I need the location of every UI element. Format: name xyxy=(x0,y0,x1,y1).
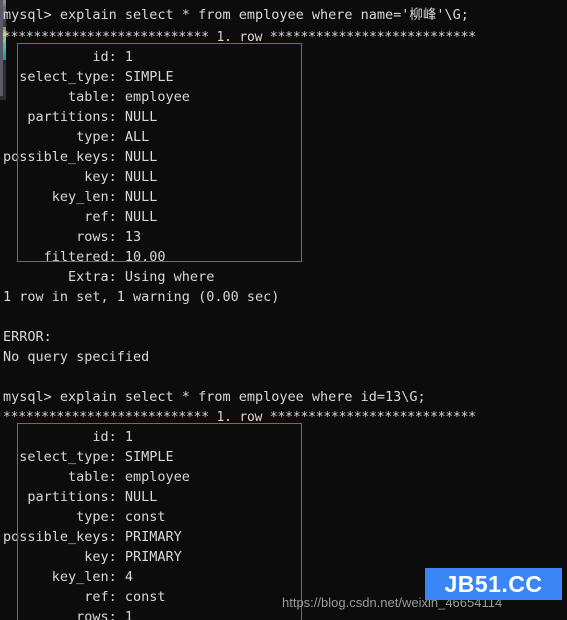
explain2-field-table: table: employee xyxy=(3,469,190,485)
explain-field-possible-keys: possible_keys: NULL xyxy=(3,149,158,165)
result-summary-1: 1 row in set, 1 warning (0.00 sec) xyxy=(3,289,280,305)
explain-field-key-len: key_len: NULL xyxy=(3,189,158,205)
terminal-output: mysql> explain select * from employee wh… xyxy=(0,0,567,620)
error-body-1: No query specified xyxy=(3,349,150,365)
explain-field-partitions: partitions: NULL xyxy=(3,109,158,125)
explain2-field-key-len: key_len: 4 xyxy=(3,569,134,585)
explain-field-key: key: NULL xyxy=(3,169,158,185)
explain2-field-id: id: 1 xyxy=(3,429,134,445)
terminal-window: mysql> explain select * from employee wh… xyxy=(0,0,567,620)
explain2-field-key: key: PRIMARY xyxy=(3,549,182,565)
command-line-2: mysql> explain select * from employee wh… xyxy=(3,389,426,405)
row-separator-2: *************************** 1. row *****… xyxy=(3,410,476,425)
watermark-logo: JB51.CC xyxy=(425,568,562,600)
explain-field-select-type: select_type: SIMPLE xyxy=(3,69,174,85)
explain2-field-rows: rows: 1 xyxy=(3,609,134,620)
explain-field-table: table: employee xyxy=(3,89,190,105)
explain2-field-ref: ref: const xyxy=(3,589,166,605)
watermark-logo-text: JB51.CC xyxy=(444,570,543,597)
explain-field-ref: ref: NULL xyxy=(3,209,158,225)
row-separator-1: *************************** 1. row *****… xyxy=(3,30,476,45)
explain-field-id: id: 1 xyxy=(3,49,134,65)
explain-field-rows: rows: 13 xyxy=(3,229,142,245)
explain-field-type: type: ALL xyxy=(3,129,150,145)
explain-field-filtered: filtered: 10.00 xyxy=(3,249,166,265)
explain2-field-type: type: const xyxy=(3,509,166,525)
error-title-1: ERROR: xyxy=(3,329,52,345)
explain2-field-possible-keys: possible_keys: PRIMARY xyxy=(3,529,182,545)
explain2-field-select-type: select_type: SIMPLE xyxy=(3,449,174,465)
explain-field-extra: Extra: Using where xyxy=(3,269,215,285)
explain2-field-partitions: partitions: NULL xyxy=(3,489,158,505)
command-line-1: mysql> explain select * from employee wh… xyxy=(3,7,469,23)
